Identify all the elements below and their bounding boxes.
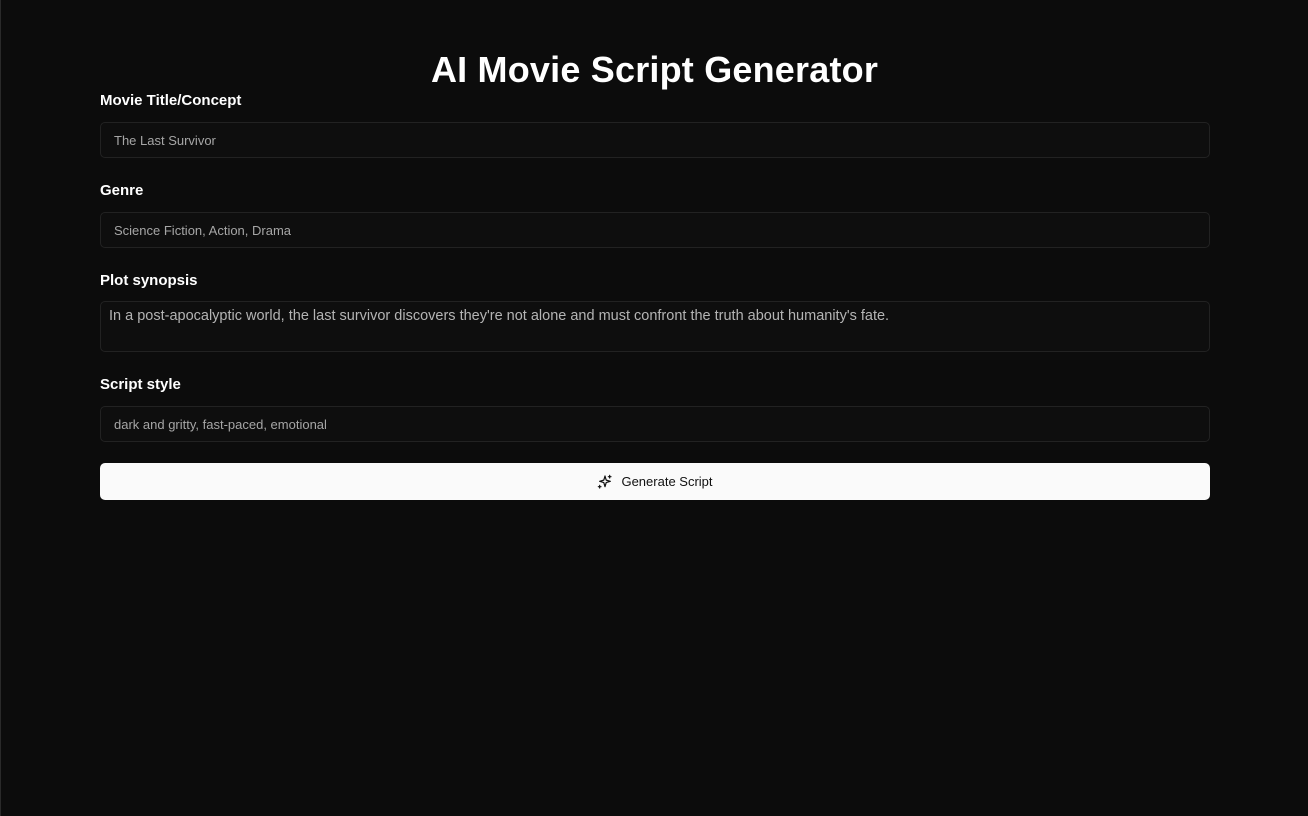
style-field-label: Script style xyxy=(100,376,181,393)
title-field-group: Movie Title/Concept xyxy=(100,89,241,113)
synopsis-field-group: Plot synopsis xyxy=(100,269,198,293)
title-field-label: Movie Title/Concept xyxy=(100,92,242,109)
synopsis-field-label: Plot synopsis xyxy=(100,272,198,289)
genre-field-group: Genre xyxy=(100,179,143,203)
page-title: AI Movie Script Generator xyxy=(430,49,879,90)
app-page: AI Movie Script Generator Movie Title/Co… xyxy=(0,0,1308,816)
style-input[interactable] xyxy=(100,406,1210,442)
generate-script-button[interactable]: Generate Script xyxy=(100,463,1210,500)
generate-script-label: Generate Script xyxy=(621,474,713,489)
synopsis-textarea[interactable]: In a post-apocalyptic world, the last su… xyxy=(100,301,1210,352)
title-input[interactable] xyxy=(100,122,1210,158)
genre-field-label: Genre xyxy=(100,182,144,199)
genre-input[interactable] xyxy=(100,212,1210,248)
sparkles-icon xyxy=(597,474,613,490)
style-field-group: Script style xyxy=(100,373,181,397)
